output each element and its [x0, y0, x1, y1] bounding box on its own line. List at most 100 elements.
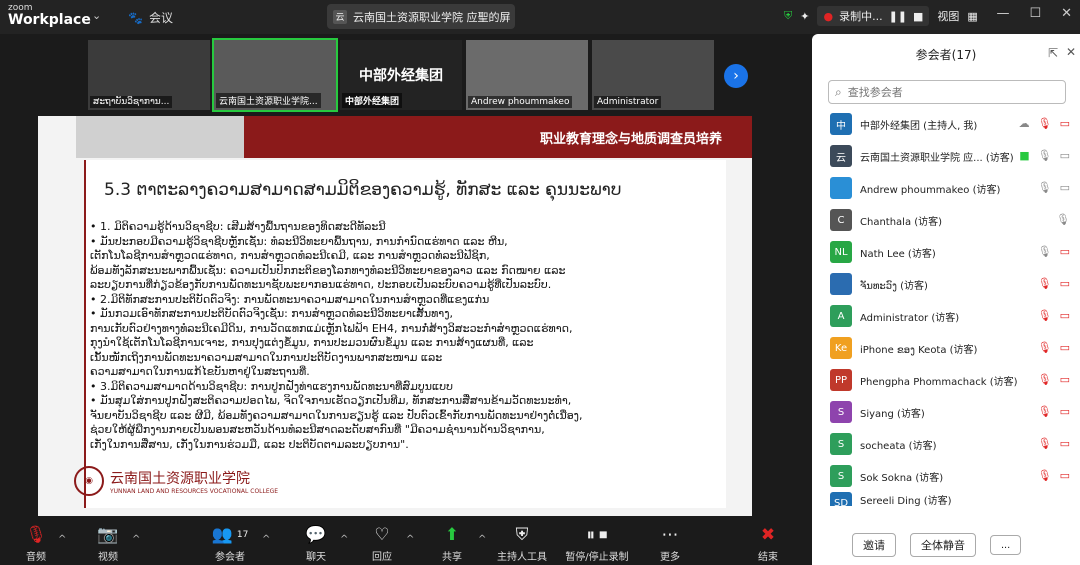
- video-button[interactable]: 📷 视频: [78, 522, 138, 563]
- stop-icon[interactable]: ■: [913, 10, 923, 23]
- list-item[interactable]: 云 云南国土资源职业学院 应... (访客) ■ 🎙 ▭: [812, 140, 1080, 172]
- people-icon: 👥: [211, 525, 233, 545]
- avatar: S: [830, 433, 852, 455]
- slide-title: 5.3 ຕາຕະລາງຄວາມສາມາດສາມມິຕິຂອງຄວາມຮູ້, ທ…: [104, 180, 622, 200]
- video-options-caret[interactable]: ^: [132, 534, 140, 545]
- slide-content: 5.3 ຕາຕະລາງຄວາມສາມາດສາມມິຕິຂອງຄວາມຮູ້, ທ…: [84, 160, 726, 508]
- audio-options-caret[interactable]: ^: [58, 534, 66, 545]
- avatar: S: [830, 401, 852, 423]
- list-item[interactable]: ຈັນທະວົງ (访客) 🎙 ▭: [812, 268, 1080, 300]
- grid-icon[interactable]: ▦: [967, 10, 977, 23]
- window-badge: 云: [333, 9, 347, 24]
- chat-button[interactable]: 💬 聊天: [286, 522, 346, 563]
- video-thumb[interactable]: Administrator: [592, 40, 714, 110]
- list-item[interactable]: NL Nath Lee (访客) 🎙 ▭: [812, 236, 1080, 268]
- camera-off-icon: ▭: [1059, 277, 1070, 290]
- video-thumb[interactable]: Andrew phoummakeo: [466, 40, 588, 110]
- top-bar: zoom Workplace ⌄ 🐾 会议 云 云南国土资源职业学院 应聖的屏 …: [0, 0, 1080, 34]
- mic-muted-icon: 🎙: [25, 525, 47, 545]
- react-button[interactable]: ♡ 回应: [352, 522, 412, 563]
- react-options-caret[interactable]: ^: [406, 534, 414, 545]
- list-item[interactable]: Andrew phoummakeo (访客) 🎙 ▭: [812, 172, 1080, 204]
- list-item[interactable]: PP Phengpha Phommachack (访客) 🎙 ▭: [812, 364, 1080, 396]
- chevron-down-icon[interactable]: ⌄: [92, 9, 101, 22]
- mic-muted-icon: 🎙: [1037, 309, 1052, 322]
- more-options-button[interactable]: ...: [990, 535, 1022, 555]
- camera-off-icon: ▭: [1059, 341, 1070, 354]
- shield-icon: ⛨: [515, 525, 529, 545]
- avatar: 中: [830, 113, 852, 135]
- mute-all-button[interactable]: 全体静音: [910, 533, 976, 557]
- list-item[interactable]: C Chanthala (访客) 🎙: [812, 204, 1080, 236]
- shared-window-title[interactable]: 云 云南国土资源职业学院 应聖的屏 ⋯: [327, 4, 515, 29]
- share-button[interactable]: ⬆ 共享: [422, 522, 482, 563]
- mic-muted-icon: 🎙: [1037, 117, 1052, 130]
- chat-icon: 💬: [305, 525, 327, 545]
- camera-off-icon: ▭: [1059, 405, 1070, 418]
- avatar: S: [830, 465, 852, 487]
- camera-off-icon: 📷: [97, 525, 119, 545]
- list-item[interactable]: SD Sereeli Ding (访客): [812, 492, 1080, 506]
- search-input[interactable]: [847, 85, 1048, 99]
- participants-button[interactable]: 👥 17 参会者: [200, 522, 260, 563]
- meeting-toolbar: 🎙 音频 ^ 📷 视频 ^ 👥 17 参会者 ^ 💬 聊天 ^ ♡ 回应 ^ ⬆ …: [0, 522, 810, 565]
- video-thumb-active[interactable]: 云南国土资源职业学院...: [212, 38, 338, 112]
- mic-muted-icon: 🎙: [1037, 469, 1052, 482]
- recording-indicator[interactable]: ● 录制中... ❚❚ ■: [817, 6, 930, 26]
- list-item[interactable]: S socheata (访客) 🎙 ▭: [812, 428, 1080, 460]
- audio-button[interactable]: 🎙 音频: [6, 522, 66, 563]
- more-button[interactable]: ⋯ 更多: [640, 522, 700, 563]
- mic-muted-icon: 🎙: [1037, 437, 1052, 450]
- search-box: ⌕: [828, 80, 1066, 104]
- mic-muted-icon: 🎙: [1037, 373, 1052, 386]
- next-page-button[interactable]: ›: [724, 64, 748, 88]
- share-icon: ⬆: [444, 525, 460, 545]
- minimize-icon[interactable]: —: [996, 6, 1009, 21]
- shield-icon[interactable]: ⛨: [784, 9, 792, 23]
- share-options-caret[interactable]: ^: [478, 534, 486, 545]
- view-menu[interactable]: 视图: [937, 8, 959, 24]
- mic-muted-icon: 🎙: [1037, 405, 1052, 418]
- avatar: PP: [830, 369, 852, 391]
- camera-off-icon: ▭: [1059, 117, 1070, 130]
- camera-icon: ▭: [1059, 149, 1070, 162]
- camera-off-icon: ▭: [1059, 245, 1070, 258]
- popout-icon[interactable]: ⇱: [1048, 46, 1058, 60]
- cloud-icon: ☁: [1018, 117, 1030, 130]
- participant-list: 中 中部外经集团 (主持人, 我) ☁ 🎙 ▭ 云 云南国土资源职业学院 应... …: [812, 108, 1080, 506]
- pause-icon[interactable]: ❚❚: [889, 10, 907, 23]
- end-button[interactable]: ✖ 结束: [738, 522, 798, 563]
- camera-icon: ▭: [1059, 181, 1070, 194]
- close-icon[interactable]: ✕: [1066, 45, 1076, 59]
- avatar: [830, 177, 852, 199]
- list-item[interactable]: S Siyang (访客) 🎙 ▭: [812, 396, 1080, 428]
- panel-footer: 邀请 全体静音 ...: [812, 525, 1080, 565]
- heart-icon: ♡: [374, 525, 390, 545]
- list-item[interactable]: Ke iPhone ຂອງ Keota (访客) 🎙 ▭: [812, 332, 1080, 364]
- sparkle-icon[interactable]: ✦: [800, 10, 809, 23]
- participants-panel: 参会者(17) ⇱ ✕ ⌕ 中 中部外经集团 (主持人, 我) ☁🎙▭ 云 云南…: [812, 34, 1080, 565]
- close-icon[interactable]: ✕: [1061, 6, 1072, 21]
- video-thumb[interactable]: 中部外经集团 中部外经集团: [340, 40, 462, 110]
- paw-icon: 🐾: [128, 10, 143, 25]
- list-item[interactable]: S Sok Sokna (访客) 🎙 ▭: [812, 460, 1080, 492]
- avatar: C: [830, 209, 852, 231]
- camera-off-icon: ▭: [1059, 309, 1070, 322]
- slide-bullets: • 1. ມິຕິຄວາມຮູ້ດ້ານວິຊາຊີບ: ເສີມສ້າງພື້…: [90, 220, 583, 451]
- maximize-icon[interactable]: ☐: [1029, 6, 1041, 21]
- invite-button[interactable]: 邀请: [852, 533, 896, 557]
- pause-icon: ⏸: [586, 525, 596, 545]
- avatar: [830, 273, 852, 295]
- more-icon: ⋯: [661, 525, 679, 545]
- chat-options-caret[interactable]: ^: [340, 534, 348, 545]
- list-item[interactable]: 中 中部外经集团 (主持人, 我) ☁ 🎙 ▭: [812, 108, 1080, 140]
- participants-options-caret[interactable]: ^: [262, 534, 270, 545]
- mic-icon: 🎙: [1037, 245, 1052, 258]
- video-thumb[interactable]: ສະຖາບັນວິຊາການ...: [88, 40, 210, 110]
- list-item[interactable]: A Administrator (访客) 🎙 ▭: [812, 300, 1080, 332]
- host-tools-button[interactable]: ⛨ 主持人工具: [490, 522, 554, 563]
- app-logo: zoom Workplace: [8, 3, 91, 28]
- stop-icon: ⏹: [599, 525, 608, 545]
- record-button[interactable]: ⏸ ⏹ 暂停/停止录制: [560, 522, 634, 563]
- meeting-tab[interactable]: 🐾 会议: [128, 9, 173, 26]
